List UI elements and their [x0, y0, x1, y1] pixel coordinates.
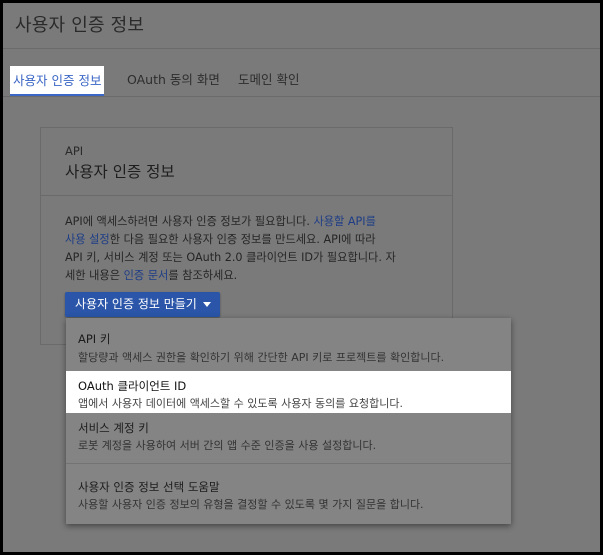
- card-title: 사용자 인증 정보: [65, 163, 175, 181]
- auth-docs-link[interactable]: 인증 문서: [124, 269, 169, 282]
- create-credentials-menu: API 키 할당량과 액세스 권한을 확인하기 위해 간단한 API 키로 프로…: [66, 318, 511, 524]
- create-credentials-button[interactable]: 사용자 인증 정보 만들기: [65, 292, 220, 317]
- desc-text: 한 다음 필요한 사용자 인증 정보를 만드세요. API에 따라: [109, 233, 376, 246]
- menu-item-desc: 할당량과 액세스 권한을 확인하기 위해 간단한 API 키로 프로젝트를 확인…: [78, 351, 445, 364]
- menu-item-title: 서비스 계정 키: [78, 421, 149, 435]
- tab-bar: 사용자 인증 정보 OAuth 동의 화면 도메인 확인: [3, 65, 600, 99]
- desc-text: 를 참조하세요.: [168, 269, 238, 282]
- tab-credentials[interactable]: 사용자 인증 정보: [10, 66, 105, 96]
- page-title: 사용자 인증 정보: [15, 15, 145, 36]
- tab-domain-verification[interactable]: 도메인 확인: [238, 69, 299, 88]
- enable-api-link-cont[interactable]: 사용 설정: [65, 233, 110, 246]
- menu-item-oauth-client-id[interactable]: OAuth 클라이언트 ID 앱에서 사용자 데이터에 액세스할 수 있도록 사…: [66, 371, 511, 413]
- desc-text: API 키, 서비스 계정 또는 OAuth 2.0 클라이언트 ID가 필요합…: [65, 251, 396, 264]
- create-credentials-label: 사용자 인증 정보 만들기: [75, 297, 197, 311]
- app-frame: 사용자 인증 정보 사용자 인증 정보 OAuth 동의 화면 도메인 확인 A…: [3, 3, 600, 552]
- card-eyebrow: API: [65, 144, 84, 158]
- caret-down-icon: [202, 302, 211, 307]
- menu-item-title: 사용자 인증 정보 선택 도움말: [78, 480, 220, 494]
- menu-item-title: API 키: [78, 332, 111, 346]
- menu-item-api-key[interactable]: API 키 할당량과 액세스 권한을 확인하기 위해 간단한 API 키로 프로…: [66, 318, 511, 370]
- menu-item-desc: 앱에서 사용자 데이터에 액세스할 수 있도록 사용자 동의를 요청합니다.: [78, 397, 403, 410]
- desc-text: 세한 내용은: [65, 269, 124, 282]
- tabs-divider: [3, 96, 600, 97]
- card-divider: [41, 195, 452, 196]
- menu-item-help-me-choose[interactable]: 사용자 인증 정보 선택 도움말 사용할 사용자 인증 정보의 유형을 결정할 …: [66, 464, 511, 524]
- menu-item-desc: 로봇 계정을 사용하여 서버 간의 앱 수준 인증을 사용 설정합니다.: [78, 439, 377, 452]
- header-divider: [3, 48, 600, 49]
- tab-oauth-consent[interactable]: OAuth 동의 화면: [127, 69, 220, 88]
- card-description: API에 액세스하려면 사용자 인증 정보가 필요합니다. 사용할 API를 사…: [65, 213, 420, 285]
- desc-text: API에 액세스하려면 사용자 인증 정보가 필요합니다.: [65, 215, 314, 228]
- enable-api-link[interactable]: 사용할 API를: [313, 215, 375, 228]
- menu-item-title: OAuth 클라이언트 ID: [78, 379, 187, 393]
- menu-item-desc: 사용할 사용자 인증 정보의 유형을 결정할 수 있도록 몇 가지 질문을 합니…: [78, 498, 424, 511]
- menu-item-service-account-key[interactable]: 서비스 계정 키 로봇 계정을 사용하여 서버 간의 앱 수준 인증을 사용 설…: [66, 414, 511, 462]
